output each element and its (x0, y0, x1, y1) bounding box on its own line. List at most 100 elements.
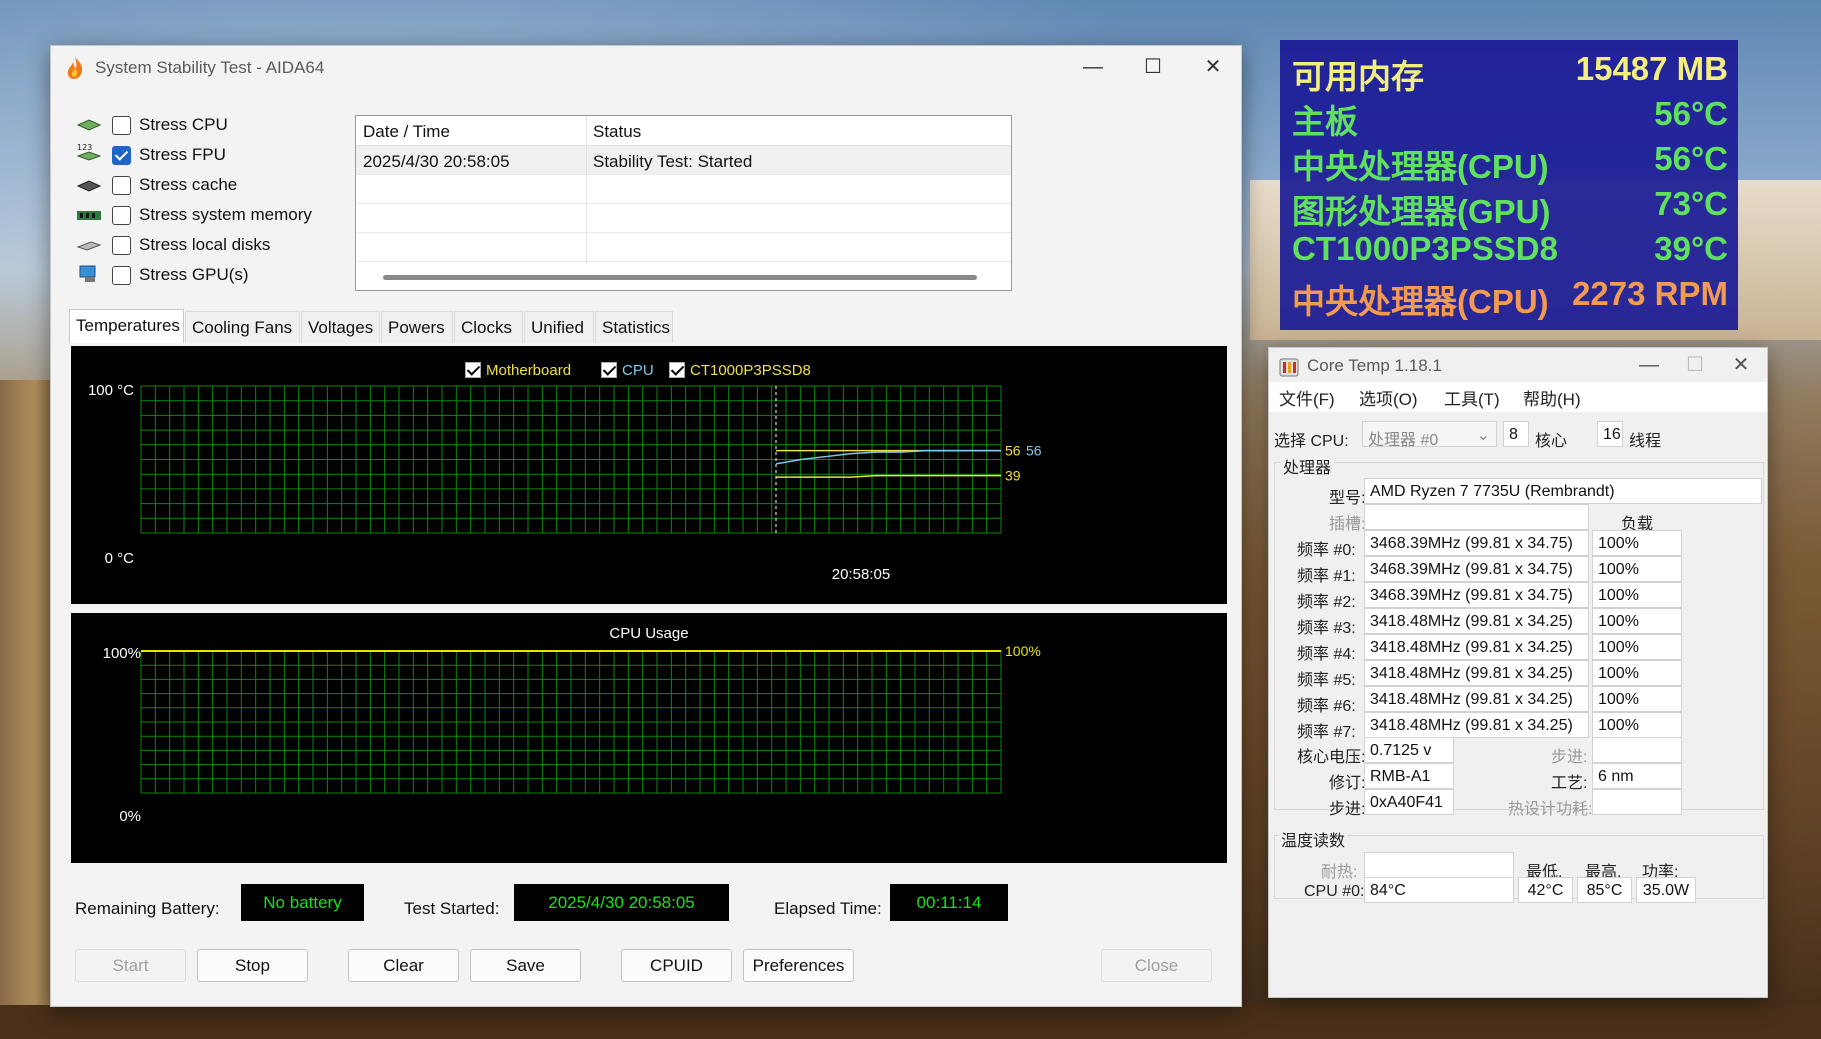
coretemp-close-button[interactable]: ✕ (1719, 350, 1763, 380)
cores-label: 核心 (1535, 433, 1568, 450)
menu-tools[interactable]: 工具(T) (1444, 385, 1500, 410)
cpu-usage-chart: 100% (140, 643, 1041, 794)
cpu-chip-icon (76, 119, 102, 131)
frequency-value: 3418.48MHz (99.81 x 34.25) (1364, 686, 1589, 712)
battery-value: No battery (241, 884, 364, 921)
fpu-123-icon: 123 (76, 143, 102, 161)
processor-select[interactable]: 处理器 #0 ⌄ (1362, 421, 1497, 449)
log-header-datetime[interactable]: Date / Time (363, 122, 450, 142)
core-load-value: 100% (1592, 582, 1682, 608)
revision-value: RMB-A1 (1364, 763, 1454, 789)
core-load-value: 100% (1592, 530, 1682, 556)
table-row-empty (356, 175, 1011, 204)
osd-key: 中央处理器(CPU) (1292, 283, 1549, 320)
processor-group-label: 处理器 (1281, 454, 1334, 478)
model-value: AMD Ryzen 7 7735U (Rembrandt) (1364, 478, 1762, 504)
stress-disks-checkbox[interactable] (112, 236, 131, 255)
threads-label: 线程 (1629, 433, 1662, 450)
close-button[interactable]: Close (1101, 949, 1212, 982)
tab-statistics[interactable]: Statistics (595, 311, 673, 343)
stress-cache-option[interactable]: Stress cache (76, 171, 336, 199)
save-button[interactable]: Save (470, 949, 581, 982)
select-cpu-label: 选择 CPU: (1274, 433, 1349, 450)
tab-temperatures[interactable]: Temperatures (69, 309, 184, 343)
cpu0-label: CPU #0: (1304, 883, 1365, 900)
close-window-button[interactable]: ✕ (1191, 52, 1235, 82)
tab-voltages[interactable]: Voltages (301, 311, 380, 343)
log-cell-status: Stability Test: Started (593, 152, 753, 171)
stress-disks-option[interactable]: Stress local disks (76, 231, 336, 259)
cpu0-power: 35.0W (1636, 877, 1696, 903)
menu-help[interactable]: 帮助(H) (1523, 385, 1581, 410)
disk-drive-icon (76, 241, 102, 251)
elapsed-time-label: Elapsed Time: (774, 899, 882, 918)
core-load-value: 100% (1592, 712, 1682, 738)
osd-key: 中央处理器(CPU) (1292, 148, 1549, 185)
log-header-row: Date / Time Status (356, 116, 1011, 146)
stress-cache-checkbox[interactable] (112, 176, 131, 195)
test-started-value: 2025/4/30 20:58:05 (514, 884, 729, 921)
frequency-value: 3468.39MHz (99.81 x 34.75) (1364, 582, 1589, 608)
osd-key: 图形处理器(GPU) (1292, 193, 1551, 230)
stop-button[interactable]: Stop (197, 949, 308, 982)
temperature-chart-panel: Motherboard CPU CT1000P3PSSD8 100 °C 0 °… (71, 346, 1227, 604)
stress-cache-label: Stress cache (139, 175, 238, 194)
model-label: 型号: (1329, 490, 1366, 507)
maximize-button[interactable]: ☐ (1131, 52, 1175, 82)
aida-title-bar[interactable]: System Stability Test - AIDA64 — ☐ ✕ (51, 46, 1241, 90)
menu-file[interactable]: 文件(F) (1279, 385, 1335, 410)
gpu-monitor-icon (79, 265, 96, 282)
table-row-empty (356, 233, 1011, 262)
osd-value: 56°C (1654, 140, 1728, 177)
core-load-value: 100% (1592, 686, 1682, 712)
menu-options[interactable]: 选项(O) (1359, 385, 1418, 410)
tab-unified[interactable]: Unified (524, 311, 594, 343)
vcore-value: 0.7125 v (1364, 737, 1454, 763)
tab-clocks[interactable]: Clocks (454, 311, 523, 343)
minimize-button[interactable]: — (1071, 52, 1115, 82)
sensor-osd-overlay: 可用内存 15487 MB 主板 56°C 中央处理器(CPU) 56°C 图形处理器… (1280, 40, 1738, 330)
preferences-button[interactable]: Preferences (743, 949, 854, 982)
tab-powers[interactable]: Powers (381, 311, 453, 343)
series-end-label: 39 (1005, 468, 1021, 484)
stress-gpu-checkbox[interactable] (112, 266, 131, 285)
log-header-status[interactable]: Status (593, 122, 641, 142)
revision-label: 修订: (1329, 775, 1366, 792)
temperature-chart: 56 56 39 (140, 385, 1042, 534)
log-cell-datetime: 2025/4/30 20:58:05 (363, 152, 510, 171)
tab-cooling-fans[interactable]: Cooling Fans (185, 311, 300, 343)
stepping-value: 0xA40F41 (1364, 789, 1454, 815)
aida-window: System Stability Test - AIDA64 — ☐ ✕ Str… (50, 45, 1242, 1007)
osd-row-gpu-temp: 图形处理器(GPU) 73°C (1292, 185, 1728, 230)
table-row[interactable]: 2025/4/30 20:58:05 Stability Test: Start… (356, 146, 1011, 175)
cpu-usage-end-label: 100% (1005, 643, 1041, 659)
stress-fpu-checkbox[interactable] (112, 146, 131, 165)
frequency-value: 3418.48MHz (99.81 x 34.25) (1364, 660, 1589, 686)
coretemp-maximize-button[interactable]: ☐ (1673, 350, 1717, 380)
cpuid-button[interactable]: CPUID (621, 949, 732, 982)
stress-cpu-checkbox[interactable] (112, 116, 131, 135)
osd-value: 73°C (1654, 185, 1728, 222)
stress-memory-checkbox[interactable] (112, 206, 131, 225)
stress-fpu-option[interactable]: 123 Stress FPU (76, 141, 336, 169)
start-button[interactable]: Start (75, 949, 186, 982)
osd-value: 2273 RPM (1572, 275, 1728, 312)
frequency-label: 频率 #0: (1297, 542, 1356, 559)
stress-memory-option[interactable]: Stress system memory (76, 201, 336, 229)
core-load-value: 100% (1592, 608, 1682, 634)
horizontal-scrollbar[interactable] (383, 275, 977, 280)
stress-fpu-label: Stress FPU (139, 145, 226, 164)
event-log-table[interactable]: Date / Time Status 2025/4/30 20:58:05 St… (355, 115, 1012, 291)
clear-button[interactable]: Clear (348, 949, 459, 982)
cpu-usage-chart-panel: CPU Usage 100% 0% 100% (71, 613, 1227, 863)
stress-cpu-option[interactable]: Stress CPU (76, 111, 336, 139)
coretemp-minimize-button[interactable]: — (1627, 350, 1671, 380)
stress-gpu-option[interactable]: Stress GPU(s) (76, 261, 336, 289)
lithography-value: 6 nm (1592, 763, 1682, 789)
stepping-label: 步进: (1329, 801, 1366, 818)
cache-chip-icon (76, 180, 102, 192)
wallpaper-ground (0, 1005, 1821, 1039)
osd-row-ssd-temp: CT1000P3PSSD8 39°C (1292, 230, 1728, 274)
frequency-value: 3468.39MHz (99.81 x 34.75) (1364, 556, 1589, 582)
temperature-group-label: 温度读数 (1279, 827, 1348, 851)
